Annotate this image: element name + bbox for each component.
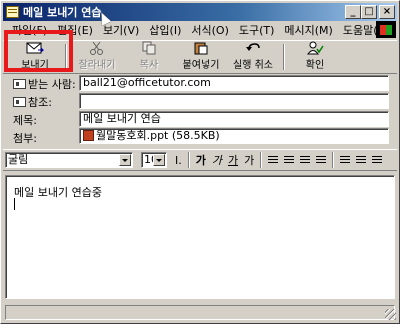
menu-format[interactable]: 서식(O) [186, 22, 233, 38]
menu-edit[interactable]: 편집(E) [52, 22, 98, 38]
italic-button[interactable]: 가 [212, 152, 222, 168]
compose-window: 메일 보내기 연습 _ □ × 파일(F) 편집(E) 보기(V) 삽입(I) … [0, 0, 400, 324]
send-envelope-icon [26, 41, 45, 55]
format-separator [332, 152, 335, 168]
align-right-icon[interactable] [372, 155, 383, 165]
decrease-indent-icon[interactable] [300, 155, 311, 165]
text-caret [14, 198, 15, 210]
chevron-down-icon[interactable] [119, 154, 131, 166]
numbered-list-icon[interactable] [268, 155, 279, 165]
style-icon[interactable]: I. [175, 154, 182, 167]
to-field[interactable]: ball21@officetutor.com [79, 75, 389, 91]
cut-button[interactable]: 잘라내기 [71, 41, 123, 72]
maximize-button[interactable]: □ [361, 5, 377, 19]
check-names-button[interactable]: 확인 [289, 41, 341, 72]
address-card-icon [13, 97, 26, 107]
cc-field[interactable] [79, 93, 389, 109]
status-bar [3, 303, 397, 322]
copy-label: 복사 [139, 60, 159, 71]
bold-button[interactable]: 가 [196, 152, 206, 168]
send-label: 보내기 [21, 60, 49, 71]
send-button[interactable]: 보내기 [9, 42, 61, 72]
message-icon [6, 6, 19, 18]
attachment-name[interactable]: 월말동호회.ppt (58.5KB) [96, 129, 220, 142]
subject-label: 제목: [13, 114, 37, 127]
message-body[interactable]: 메일 보내기 연습중 [5, 175, 395, 299]
attach-field[interactable]: 월말동호회.ppt (58.5KB) [79, 128, 389, 144]
align-center-icon[interactable] [356, 155, 367, 165]
minimize-button[interactable]: _ [345, 5, 361, 19]
ppt-file-icon [83, 130, 94, 141]
paste-label: 붙여넣기 [182, 60, 220, 71]
chevron-down-icon[interactable] [153, 154, 165, 166]
format-bar: 굴림 10 I. 가 가 가 가 [3, 149, 397, 171]
paste-button[interactable]: 붙여넣기 [175, 42, 227, 72]
message-header: 받는 사람: ball21@officetutor.com 참조: 제목: 메일… [3, 73, 397, 145]
check-names-label: 확인 [305, 60, 325, 71]
cut-label: 잘라내기 [78, 60, 116, 71]
windows-logo-icon [376, 21, 396, 38]
toolbar-separator [65, 44, 67, 70]
scissors-icon [88, 41, 106, 55]
menu-message[interactable]: 메시지(M) [279, 22, 337, 38]
subject-field[interactable]: 메일 보내기 연습 [79, 111, 389, 127]
resize-grip-icon[interactable] [385, 309, 396, 320]
close-button[interactable]: × [379, 5, 395, 19]
menu-view[interactable]: 보기(V) [98, 22, 144, 38]
title-bar[interactable]: 메일 보내기 연습 _ □ × [3, 3, 397, 21]
menu-bar: 파일(F) 편집(E) 보기(V) 삽입(I) 서식(O) 도구(T) 메시지(… [3, 21, 397, 38]
window-title: 메일 보내기 연습 [23, 6, 102, 19]
address-card-icon [13, 79, 26, 89]
to-label[interactable]: 받는 사람: [13, 76, 77, 92]
bullet-list-icon[interactable] [284, 155, 295, 165]
status-pane [5, 305, 395, 320]
menu-insert[interactable]: 삽입(I) [144, 22, 186, 38]
increase-indent-icon[interactable] [316, 155, 327, 165]
font-color-button[interactable]: 가 [244, 152, 254, 168]
copy-icon [140, 41, 158, 55]
font-size-select[interactable]: 10 [141, 152, 167, 168]
toolbar-separator [283, 44, 285, 70]
undo-button[interactable]: 실행 취소 [227, 42, 279, 72]
align-left-icon[interactable] [340, 155, 351, 165]
toolbar: 보내기 잘라내기 복사 붙여넣기 실행 취소 확인 [3, 40, 397, 72]
menu-tools[interactable]: 도구(T) [234, 22, 280, 38]
undo-arrow-icon [244, 41, 262, 55]
format-separator [187, 152, 190, 168]
body-text: 메일 보내기 연습중 [14, 186, 102, 199]
check-names-icon [306, 41, 324, 55]
attach-label: 첨부: [13, 132, 37, 145]
menu-file[interactable]: 파일(F) [7, 22, 52, 38]
font-select[interactable]: 굴림 [5, 152, 133, 168]
copy-button[interactable]: 복사 [123, 41, 175, 72]
cc-label[interactable]: 참조: [13, 94, 77, 110]
underline-button[interactable]: 가 [228, 152, 238, 168]
paste-clipboard-icon [192, 41, 210, 55]
undo-label: 실행 취소 [233, 60, 273, 71]
format-separator [260, 152, 263, 168]
